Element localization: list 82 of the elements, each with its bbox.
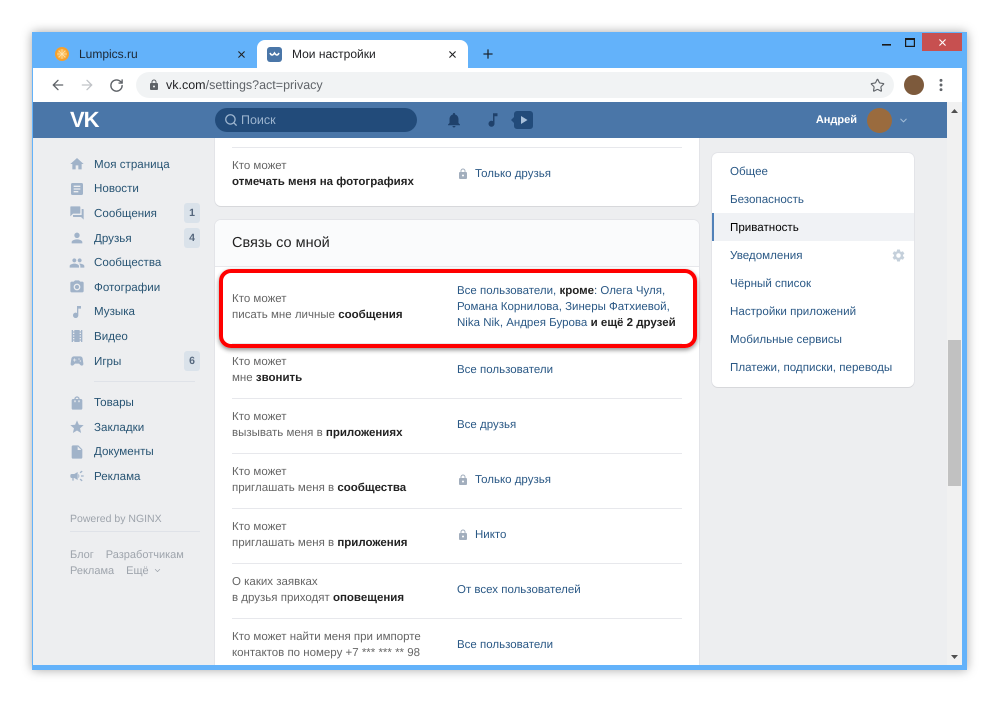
play-icon[interactable] xyxy=(511,111,533,129)
up-arrow-icon[interactable] xyxy=(951,108,958,112)
close-icon[interactable] xyxy=(447,48,458,60)
sidebar-item[interactable]: Новости xyxy=(69,176,200,202)
logo[interactable]: VK xyxy=(70,109,99,131)
setting-label: Кто может писать мне личные сообщения xyxy=(232,292,404,323)
sidebar-item[interactable]: Моя страница xyxy=(69,152,200,177)
menu-item[interactable]: Настройки приложений xyxy=(712,297,914,325)
shopping-bag-icon xyxy=(69,394,85,411)
option-link[interactable]: Все пользователи xyxy=(457,362,554,378)
setting-label: О каких заявках в друзья приходят оповещения xyxy=(232,575,406,606)
menu-item[interactable]: Мобильные сервисы xyxy=(712,325,914,353)
setting-label: Кто может отмечать меня на фотографиях xyxy=(232,159,415,190)
star-icon xyxy=(69,419,85,436)
person-icon xyxy=(69,230,85,246)
close-icon xyxy=(936,36,948,48)
user-name[interactable]: Андрей xyxy=(816,114,857,126)
home-icon xyxy=(69,156,85,172)
plus-icon[interactable] xyxy=(481,47,495,61)
chat-bubbles-icon xyxy=(69,205,85,222)
sidebar-item[interactable]: Музыка xyxy=(69,300,200,324)
menu-item[interactable]: Приватность xyxy=(712,213,914,241)
count-badge: 1 xyxy=(184,203,200,224)
sidebar-item[interactable]: Сообщества xyxy=(69,250,200,275)
option-link[interactable]: Никто xyxy=(475,527,506,543)
avatar[interactable] xyxy=(904,75,924,95)
menu-item[interactable]: Платежи, подписки, переводы xyxy=(712,353,914,381)
camera-icon xyxy=(69,279,85,296)
option-link[interactable]: Все друзья xyxy=(457,417,516,433)
setting-label: Кто может приглашать меня в приложения xyxy=(232,520,409,551)
star-icon[interactable] xyxy=(870,78,885,92)
close-window-button[interactable] xyxy=(922,33,962,51)
search-field[interactable]: Поиск xyxy=(215,108,417,132)
search-icon xyxy=(224,113,238,127)
url-text: vk.com/settings?act=privacy xyxy=(166,78,324,92)
film-strip-icon xyxy=(69,328,85,344)
newspaper-icon xyxy=(69,180,85,197)
user-link[interactable]: Андрея Бурова xyxy=(506,317,588,329)
menu-item[interactable]: Уведомления xyxy=(712,241,914,269)
browser-tab[interactable]: Lumpics.ru xyxy=(40,40,257,68)
sidebar-item[interactable]: Документы xyxy=(69,440,200,464)
sidebar-item[interactable]: Закладки xyxy=(69,414,200,440)
sidebar-item[interactable]: Друзья 4 xyxy=(69,226,200,250)
user-link[interactable]: Nika Nik xyxy=(457,317,500,329)
megaphone-icon xyxy=(69,468,85,484)
exceptions-text: Все пользователи, кроме: Олега Чуля, Романа Корнилова, Зинеры Фатхиевой, Nika Nik, Андрея Бурова и ещё 2 друзей xyxy=(457,284,677,331)
scrollbar-thumb[interactable] xyxy=(948,340,961,486)
tile-icon xyxy=(267,46,282,62)
setting-label: Кто может найти меня при импорте контактов по номеру +7 *** *** ** 98 xyxy=(232,630,422,661)
citrus-icon xyxy=(55,47,69,61)
option-link[interactable]: Все пользователи xyxy=(457,637,554,653)
maximize-icon[interactable] xyxy=(905,38,915,46)
option-link[interactable]: Только друзья xyxy=(475,166,551,182)
menu-item[interactable]: Чёрный список xyxy=(712,269,914,297)
menu-item[interactable]: Безопасность xyxy=(712,185,914,213)
lock-icon xyxy=(148,79,160,91)
sidebar-item[interactable]: Фотографии xyxy=(69,274,200,300)
sidebar-item[interactable]: Видео xyxy=(69,324,200,349)
count-badge: 6 xyxy=(184,351,200,372)
sidebar-item[interactable]: Товары xyxy=(69,390,200,415)
menu-item[interactable]: Общее xyxy=(712,157,914,185)
setting-label: Кто может приглашать меня в сообщества xyxy=(232,465,408,496)
browser-tab[interactable]: Мои настройки xyxy=(257,40,468,68)
user-link[interactable]: Зинеры Фатхиевой xyxy=(565,301,667,313)
option-link[interactable]: От всех пользователей xyxy=(457,582,581,598)
close-icon[interactable] xyxy=(236,48,247,60)
address-bar[interactable]: vk.com/settings?act=privacy xyxy=(136,72,894,98)
powered-by-text: Powered by NGINX xyxy=(70,512,163,527)
option-link[interactable]: Все пользователи xyxy=(457,285,554,297)
sidebar-item[interactable]: Реклама xyxy=(69,464,200,489)
count-badge: 4 xyxy=(184,228,200,248)
document-icon xyxy=(69,444,85,460)
sidebar-item[interactable]: Сообщения 1 xyxy=(69,201,200,226)
option-link[interactable]: Только друзья xyxy=(475,472,551,488)
reload-icon[interactable] xyxy=(108,78,124,92)
setting-label: Кто может вызывать меня в приложениях xyxy=(232,410,404,441)
user-link[interactable]: Романа Корнилова xyxy=(457,301,559,313)
down-arrow-icon[interactable] xyxy=(951,654,958,658)
setting-label: Кто может мне звонить xyxy=(232,355,304,386)
user-link[interactable]: Олега Чуля xyxy=(600,285,662,297)
section-title: Связь со мной xyxy=(232,235,330,251)
sidebar-item[interactable]: Игры 6 xyxy=(69,348,200,374)
